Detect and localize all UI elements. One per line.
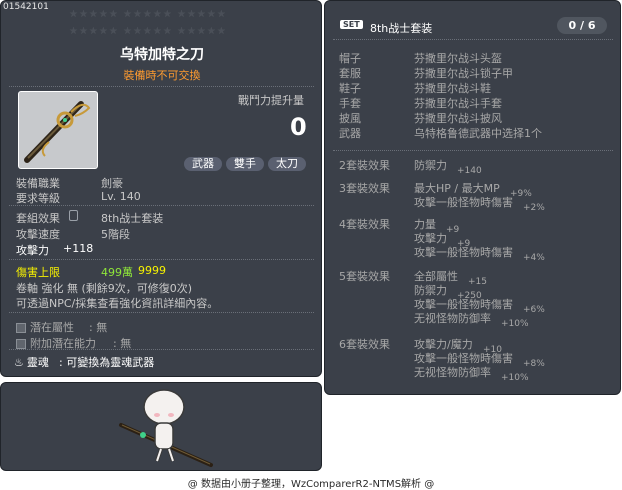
job-value: 劍豪: [101, 177, 123, 190]
flame-icon: ♨: [14, 356, 24, 369]
set-part-row: 帽子 芬撒里尔战斗头盔: [339, 50, 502, 66]
set-count-badge: 0 / 6: [557, 17, 607, 34]
set-part-name: 芬撒里尔战斗手套: [414, 97, 502, 110]
set-effect-tier-label: 3套裝效果: [339, 182, 390, 195]
additional-potential-icon: [16, 339, 26, 349]
set-effect-stat: 攻擊一般怪物時傷害: [414, 246, 513, 259]
item-tooltip-panel: 01542101 ★★★★★ ★★★★★ ★★★★★ ★★★★★ ★★★★★ ★…: [0, 0, 322, 377]
tag-katana: 太刀: [268, 157, 306, 171]
set-effect-value: +140: [457, 166, 482, 176]
set-effect-stat: 攻擊一般怪物時傷害: [414, 196, 513, 209]
set-effect-value: 8th战士套装: [101, 212, 164, 225]
item-icon-frame: [18, 91, 98, 169]
set-effect-value-wrap: +10%: [501, 365, 529, 384]
soul-row: ♨ 靈魂: [14, 354, 49, 370]
set-badge: SET: [340, 20, 363, 29]
job-label: 裝備職業: [16, 177, 60, 190]
set-effect-value: +10%: [501, 373, 529, 383]
set-part-name: 芬撒里尔战斗鞋: [414, 82, 491, 95]
character-preview: [119, 389, 213, 467]
scroll-info: 卷軸 強化 無 (剩餘9次，可修復0次): [16, 282, 193, 295]
set-part-name: 芬撒里尔战斗头盔: [414, 52, 502, 65]
combat-power-value: 0: [290, 113, 307, 141]
set-effect-stat: 防禦力: [414, 159, 447, 172]
level-value: Lv. 140: [101, 190, 141, 203]
item-id: 01542101: [3, 2, 49, 12]
set-part-row: 武器 乌特格鲁德武器中选择1个: [339, 125, 542, 141]
set-effect-value-wrap: +4%: [523, 245, 545, 264]
set-effect-tier-label: 2套裝效果: [339, 159, 390, 172]
potential-value: : 無: [89, 321, 108, 334]
set-effect-value: +4%: [523, 253, 545, 263]
damage-cap-value-2: 9999: [138, 264, 166, 277]
npc-info: 可透過NPC/採集查看強化資訊詳細內容。: [16, 297, 219, 310]
potential-row: 潛在屬性: [16, 319, 74, 335]
set-effect-tier-label: 4套裝效果: [339, 218, 390, 231]
character-preview-panel: [0, 382, 322, 471]
set-effect-value-wrap: +10%: [501, 311, 529, 330]
set-tooltip-panel: SET 8th战士套装 0 / 6 帽子 芬撒里尔战斗头盔 套服 芬撒里尔战斗锁子甲鞋…: [324, 0, 621, 395]
set-effect-tier-label: 6套裝效果: [339, 338, 390, 351]
set-part-slot: 武器: [339, 127, 361, 140]
set-part-row: 披風 芬撒里尔战斗披风: [339, 110, 502, 126]
attack-speed-value: 5階段: [101, 228, 130, 241]
set-effect-label: 套組效果: [16, 212, 60, 225]
combat-power-label: 戰鬥力提升量: [238, 94, 304, 107]
soul-label: 靈魂: [26, 356, 49, 369]
footer-credit: @ 数据由小册子整理，WzComparerR2-NTMS解析 @: [187, 479, 435, 490]
potential-label: 潛在屬性: [30, 321, 74, 334]
katana-icon: [24, 101, 91, 163]
potential-icon: [16, 323, 26, 333]
damage-cap-label: 傷害上限: [16, 266, 60, 279]
attack-value: +118: [63, 242, 94, 255]
set-effect-value-wrap: +2%: [523, 195, 545, 214]
set-effect-stat: 无视怪物防御率: [414, 312, 491, 325]
set-title: 8th战士套装: [370, 22, 433, 35]
set-part-slot: 鞋子: [339, 82, 361, 95]
lock-icon: [69, 210, 78, 221]
item-name: 乌特加特之刀: [120, 47, 204, 63]
set-effect-stat: 无视怪物防御率: [414, 366, 491, 379]
set-part-row: 套服 芬撒里尔战斗锁子甲: [339, 65, 513, 81]
set-effect-value: +2%: [523, 203, 545, 213]
set-part-name: 芬撒里尔战斗锁子甲: [414, 67, 513, 80]
soul-value: : 可變換為靈魂武器: [59, 356, 155, 369]
attack-speed-label: 攻擊速度: [16, 228, 60, 241]
set-part-slot: 披風: [339, 112, 361, 125]
item-trade-notice: 裝備時不可交換: [123, 69, 201, 82]
damage-cap-value-1: 499萬: [101, 266, 133, 279]
set-effect-value-wrap: +140: [457, 158, 482, 177]
star-force-row-1: ★★★★★ ★★★★★ ★★★★★: [69, 9, 227, 20]
set-effect-tier-label: 5套裝效果: [339, 270, 390, 283]
set-part-name: 芬撒里尔战斗披风: [414, 112, 502, 125]
set-part-row: 手套 芬撒里尔战斗手套: [339, 95, 502, 111]
set-part-row: 鞋子 芬撒里尔战斗鞋: [339, 80, 491, 96]
set-effect-value: +10%: [501, 319, 529, 329]
set-part-slot: 套服: [339, 67, 361, 80]
tag-weapon: 武器: [184, 157, 222, 171]
set-part-slot: 手套: [339, 97, 361, 110]
level-label: 要求等級: [16, 192, 60, 205]
tag-two-handed: 雙手: [226, 157, 264, 171]
attack-label: 攻擊力: [16, 244, 49, 257]
set-part-slot: 帽子: [339, 52, 361, 65]
star-force-row-2: ★★★★★ ★★★★★ ★★★★★: [69, 26, 227, 37]
set-part-name: 乌特格鲁德武器中选择1个: [414, 127, 542, 140]
